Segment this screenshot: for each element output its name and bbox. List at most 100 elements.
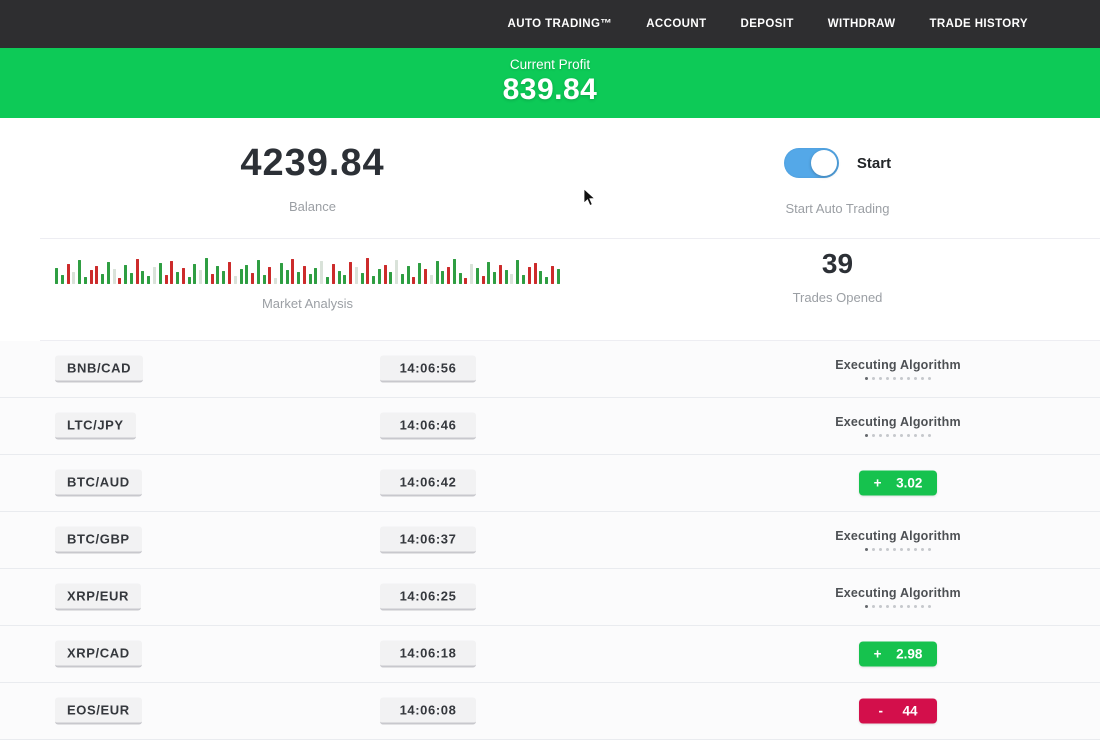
market-bar [234, 276, 237, 284]
nav-item-auto-trading[interactable]: AUTO TRADING™ [508, 18, 613, 30]
trade-result-badge: -44 [859, 699, 937, 724]
market-bar [332, 264, 335, 284]
market-bar [522, 275, 525, 284]
market-bar [193, 264, 196, 284]
market-bar [182, 268, 185, 284]
market-bar [407, 266, 410, 284]
trades-list: BNB/CAD 14:06:56 Executing Algorithm LTC… [0, 341, 1100, 740]
time-badge: 14:06:46 [380, 413, 476, 440]
market-bar [430, 275, 433, 284]
nav-item-deposit[interactable]: DEPOSIT [741, 18, 794, 30]
market-bar [372, 276, 375, 284]
market-bar [343, 275, 346, 284]
market-bar [188, 277, 191, 284]
market-bar [545, 277, 548, 284]
market-bar [153, 267, 156, 284]
market-bar [459, 273, 462, 284]
pair-badge[interactable]: LTC/JPY [55, 413, 136, 440]
market-bar [418, 263, 421, 284]
nav-item-withdraw[interactable]: WITHDRAW [828, 18, 896, 30]
trade-row: BNB/CAD 14:06:56 Executing Algorithm [0, 341, 1100, 398]
pair-badge[interactable]: BTC/AUD [55, 470, 142, 497]
executing-algorithm-label: Executing Algorithm [810, 358, 986, 372]
balance-value: 4239.84 [40, 142, 585, 185]
market-bar [245, 265, 248, 284]
market-bar [222, 271, 225, 284]
trade-status: +3.02 [810, 471, 986, 496]
market-bar [61, 275, 64, 284]
market-bar [124, 265, 127, 284]
trade-row: BTC/AUD 14:06:42 +3.02 [0, 455, 1100, 512]
market-bar [516, 260, 519, 284]
market-bar [176, 272, 179, 284]
market-bar [401, 274, 404, 284]
market-bar [263, 275, 266, 284]
market-bar [557, 269, 560, 284]
market-bar [286, 270, 289, 284]
trade-row: XRP/CAD 14:06:18 +2.98 [0, 626, 1100, 683]
market-bar [72, 272, 75, 284]
trade-row: XRP/EUR 14:06:25 Executing Algorithm [0, 569, 1100, 626]
market-bar [251, 273, 254, 284]
trade-status: +2.98 [810, 642, 986, 667]
time-badge: 14:06:08 [380, 698, 476, 725]
pair-badge[interactable]: EOS/EUR [55, 698, 142, 725]
market-bar [476, 268, 479, 284]
market-bar [487, 262, 490, 284]
market-bar [384, 265, 387, 284]
auto-trading-toggle[interactable] [784, 148, 839, 178]
market-bar [297, 272, 300, 284]
current-profit-value: 839.84 [0, 73, 1100, 107]
executing-progress-dots [810, 434, 986, 437]
trade-result-badge: +2.98 [859, 642, 937, 667]
market-bar [412, 277, 415, 284]
market-bar [309, 274, 312, 284]
market-analysis-chart [55, 254, 560, 284]
toggle-start-label: Start [857, 155, 891, 172]
time-badge: 14:06:42 [380, 470, 476, 497]
market-bar [159, 263, 162, 284]
market-bar [510, 274, 513, 284]
market-bar [118, 278, 121, 284]
market-bar [205, 258, 208, 284]
trade-row: LTC/JPY 14:06:46 Executing Algorithm [0, 398, 1100, 455]
auto-trading-block: Start Start Auto Trading [740, 148, 935, 216]
trade-status: Executing Algorithm [810, 586, 986, 608]
market-bar [141, 271, 144, 284]
market-bar [257, 260, 260, 284]
market-bar [95, 266, 98, 284]
market-bar [436, 261, 439, 284]
nav-item-account[interactable]: ACCOUNT [646, 18, 706, 30]
market-bar [470, 264, 473, 284]
pair-badge[interactable]: BTC/GBP [55, 527, 142, 554]
market-bar [499, 265, 502, 284]
market-bar [199, 270, 202, 284]
time-badge: 14:06:56 [380, 356, 476, 383]
executing-algorithm-label: Executing Algorithm [810, 529, 986, 543]
nav-item-trade-history[interactable]: TRADE HISTORY [930, 18, 1029, 30]
market-bar [534, 263, 537, 284]
market-bar [528, 267, 531, 284]
trade-row: EOS/EUR 14:06:08 -44 [0, 683, 1100, 740]
market-bar [165, 275, 168, 284]
market-bar [291, 259, 294, 284]
trade-status: Executing Algorithm [810, 415, 986, 437]
pair-badge[interactable]: BNB/CAD [55, 356, 143, 383]
market-bar [113, 269, 116, 284]
market-bar [211, 274, 214, 284]
market-bar [274, 278, 277, 284]
pair-badge[interactable]: XRP/EUR [55, 584, 141, 611]
section-divider [40, 238, 1100, 239]
market-bar [240, 269, 243, 284]
toggle-knob [811, 150, 837, 176]
market-bar [378, 269, 381, 284]
pair-badge[interactable]: XRP/CAD [55, 641, 142, 668]
market-bar [441, 271, 444, 284]
trade-row: BTC/GBP 14:06:37 Executing Algorithm [0, 512, 1100, 569]
market-bar [84, 277, 87, 284]
market-bar [314, 268, 317, 284]
time-badge: 14:06:18 [380, 641, 476, 668]
market-bar [107, 262, 110, 284]
market-bar [551, 266, 554, 284]
time-badge: 14:06:25 [380, 584, 476, 611]
